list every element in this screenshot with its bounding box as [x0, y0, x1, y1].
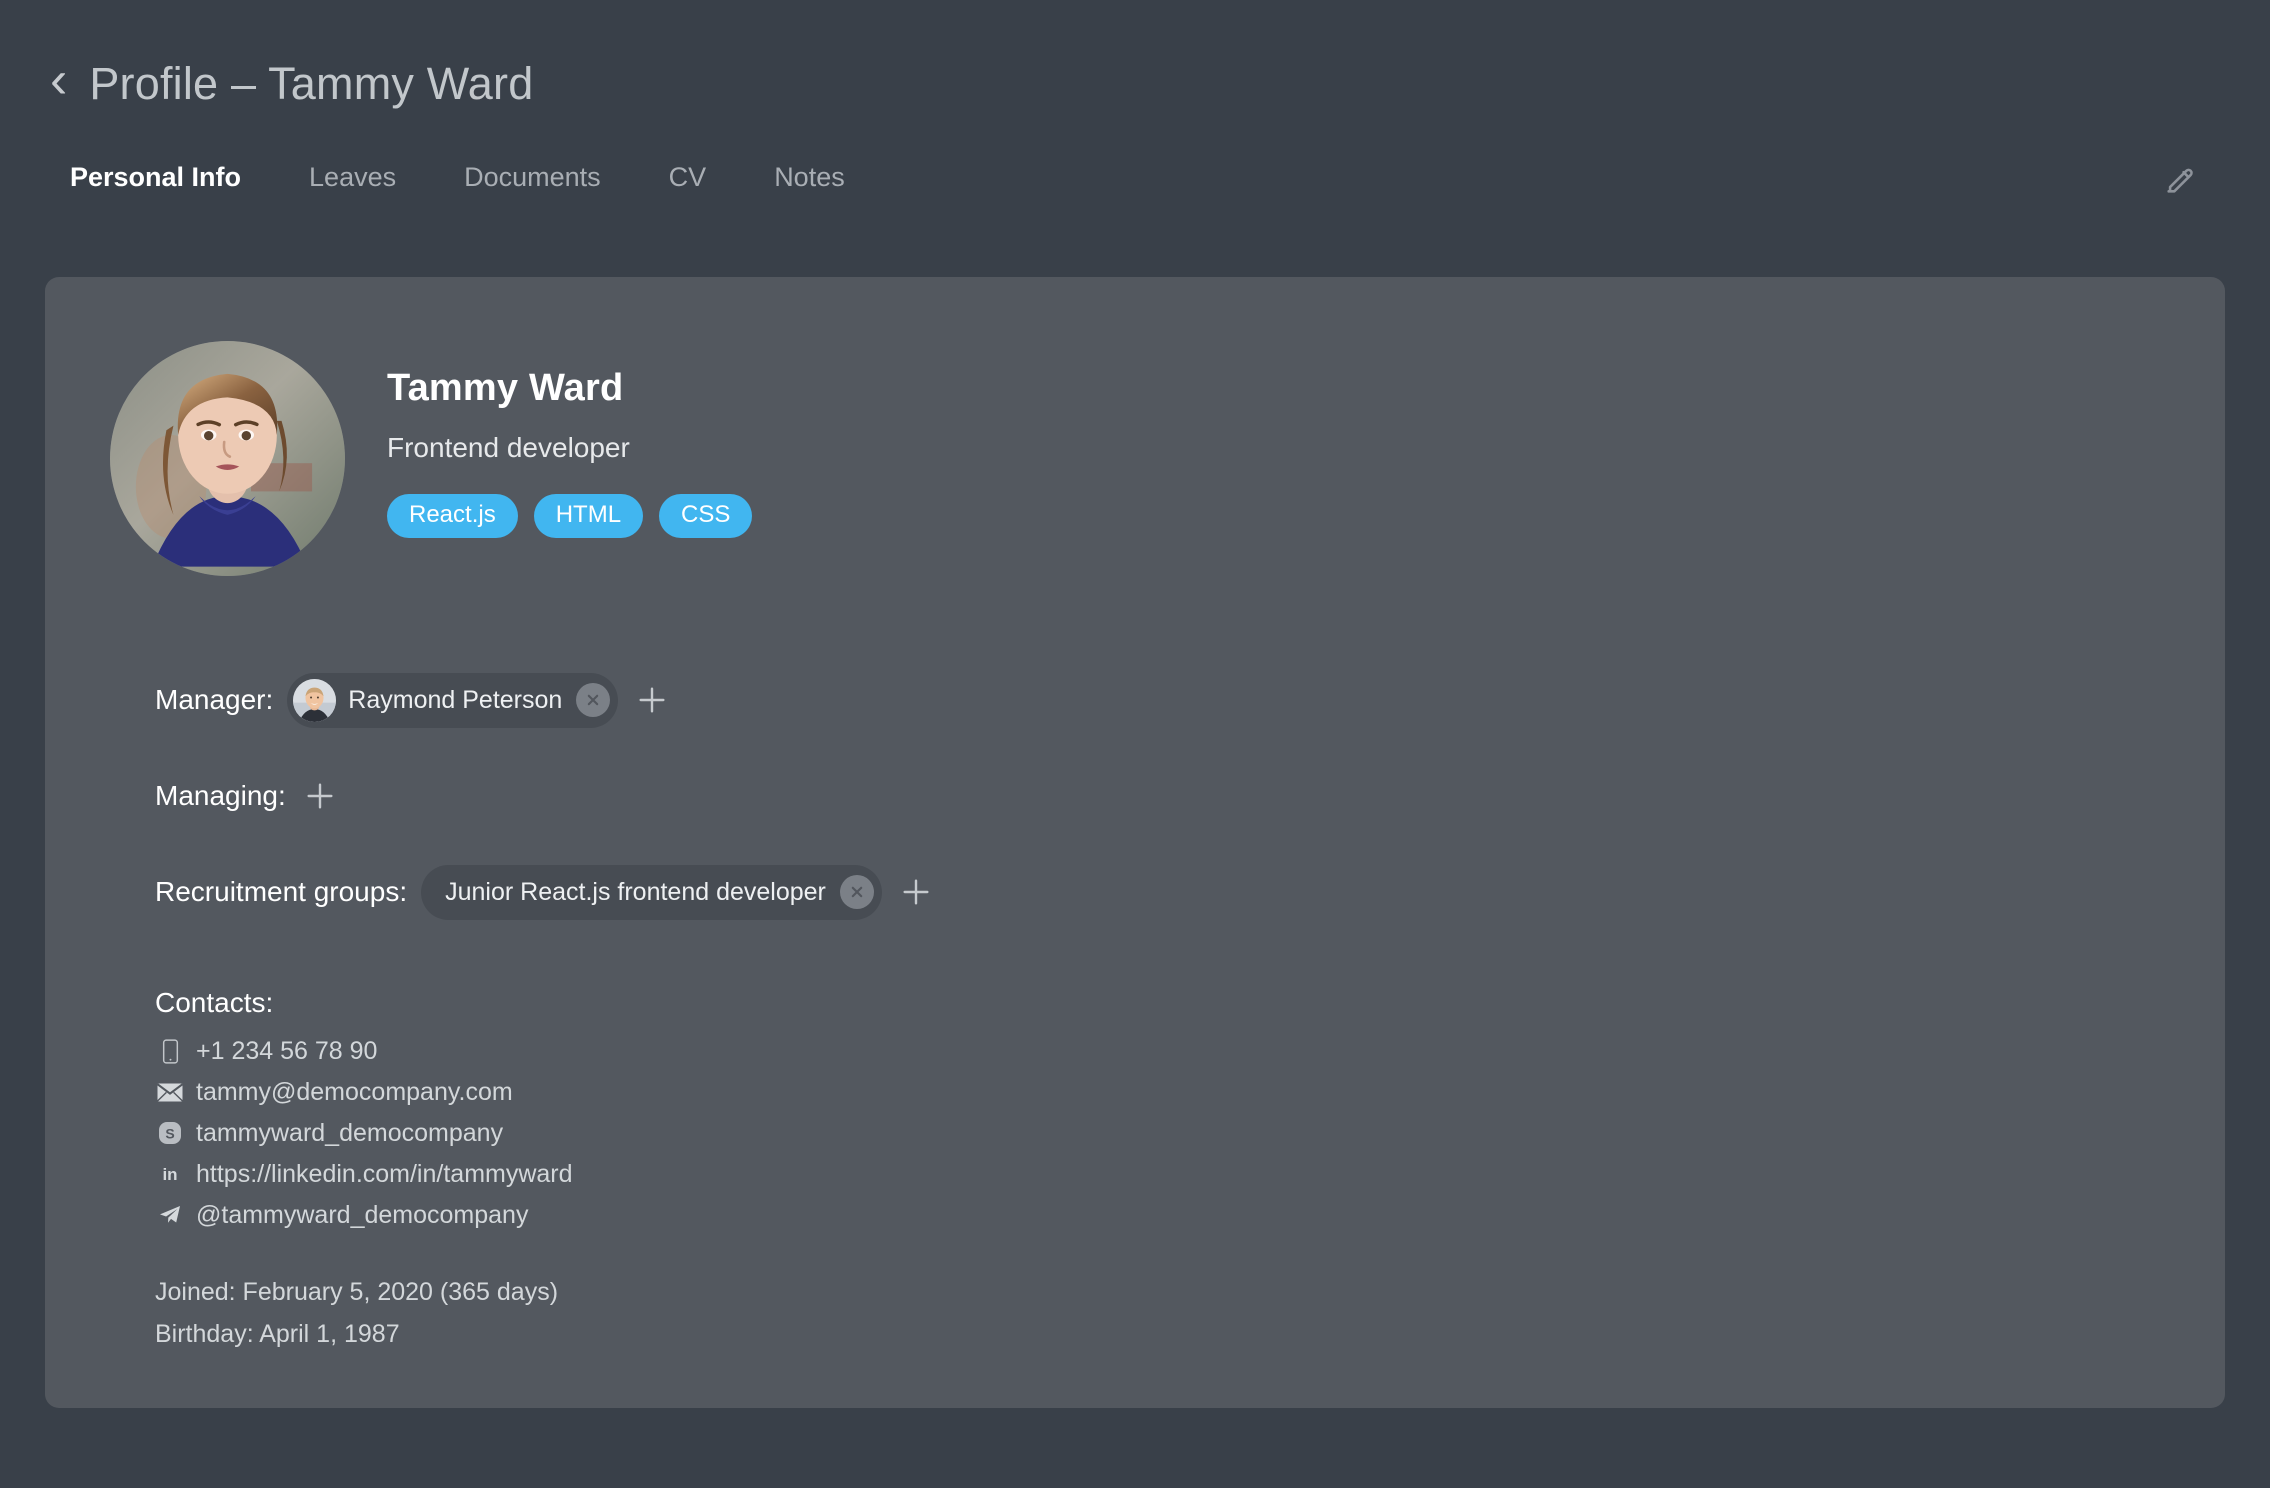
recruitment-group-chip[interactable]: Junior React.js frontend developer	[421, 864, 882, 920]
recruitment-groups-label: Recruitment groups:	[155, 876, 408, 907]
birthday-date: Birthday: April 1, 1987	[155, 1320, 400, 1348]
contact-row-phone: +1 234 56 78 90	[155, 1031, 2225, 1071]
skill-tag-css[interactable]: CSS	[659, 494, 753, 538]
contact-email-value[interactable]: tammy@democompany.com	[196, 1078, 513, 1107]
manager-label: Manager:	[155, 684, 274, 715]
identity-block: Tammy Ward Frontend developer React.js H…	[45, 277, 2225, 576]
avatar	[110, 341, 345, 576]
manager-row: Manager: Raymond Peterson	[155, 669, 2225, 731]
contact-row-telegram: @tammyward_democompany	[155, 1195, 2225, 1235]
recruitment-groups-row: Recruitment groups: Junior React.js fron…	[155, 861, 2225, 923]
contact-phone-value[interactable]: +1 234 56 78 90	[196, 1037, 377, 1066]
chevron-left-icon[interactable]: ‹	[50, 54, 67, 106]
contact-skype-value[interactable]: tammyward_democompany	[196, 1119, 503, 1148]
recruitment-group-chip-label: Junior React.js frontend developer	[445, 877, 826, 906]
close-circle-icon[interactable]	[576, 683, 611, 717]
skill-tag-html[interactable]: HTML	[533, 494, 644, 538]
recruitment-groups-add-plus-icon[interactable]	[896, 872, 936, 912]
svg-text:S: S	[165, 1125, 174, 1141]
telegram-icon	[155, 1204, 185, 1226]
contact-row-email: tammy@democompany.com	[155, 1072, 2225, 1112]
contact-telegram-value[interactable]: @tammyward_democompany	[196, 1201, 528, 1230]
pencil-edit-icon[interactable]	[2158, 158, 2202, 202]
skype-icon: S	[155, 1121, 185, 1145]
identity-text: Tammy Ward Frontend developer React.js H…	[345, 341, 753, 538]
tab-leaves[interactable]: Leaves	[309, 162, 396, 193]
manager-chip-label: Raymond Peterson	[348, 685, 563, 714]
skill-tags: React.js HTML CSS	[387, 494, 753, 538]
contact-linkedin-value[interactable]: https://linkedin.com/in/tammyward	[196, 1160, 573, 1189]
contacts-title: Contacts:	[155, 987, 274, 1018]
joined-date: Joined: February 5, 2020 (365 days)	[155, 1278, 559, 1306]
manager-chip-avatar	[293, 678, 337, 722]
page-title: Profile – Tammy Ward	[89, 58, 534, 109]
close-circle-icon[interactable]	[839, 875, 874, 909]
linkedin-icon: in	[155, 1163, 185, 1185]
contacts-block: Contacts: +1 234 56 78 90 tammy@democomp…	[45, 957, 2225, 1235]
person-name: Tammy Ward	[387, 367, 624, 409]
fields-block: Manager: Raymond Peterson Managing: Recr…	[45, 576, 2225, 923]
tabbar: Personal Info Leaves Documents CV Notes	[0, 110, 2270, 193]
contact-row-skype: S tammyward_democompany	[155, 1113, 2225, 1153]
envelope-icon	[155, 1082, 185, 1102]
managing-label: Managing:	[155, 780, 286, 811]
tab-documents[interactable]: Documents	[464, 162, 601, 193]
managing-add-plus-icon[interactable]	[300, 776, 340, 816]
dates-block: Joined: February 5, 2020 (365 days) Birt…	[45, 1236, 2225, 1355]
svg-text:in: in	[162, 1165, 177, 1184]
tab-cv[interactable]: CV	[669, 162, 707, 193]
contact-row-linkedin: in https://linkedin.com/in/tammyward	[155, 1154, 2225, 1194]
page-header: ‹ Profile – Tammy Ward	[0, 0, 2270, 110]
manager-add-plus-icon[interactable]	[632, 680, 672, 720]
managing-row: Managing:	[155, 765, 2225, 827]
tab-notes[interactable]: Notes	[774, 162, 845, 193]
manager-chip[interactable]: Raymond Peterson	[287, 672, 619, 728]
skill-tag-react[interactable]: React.js	[387, 494, 518, 538]
profile-card: Tammy Ward Frontend developer React.js H…	[45, 277, 2225, 1408]
person-role: Frontend developer	[387, 432, 630, 463]
tab-personal-info[interactable]: Personal Info	[70, 162, 241, 193]
phone-icon	[155, 1038, 185, 1064]
